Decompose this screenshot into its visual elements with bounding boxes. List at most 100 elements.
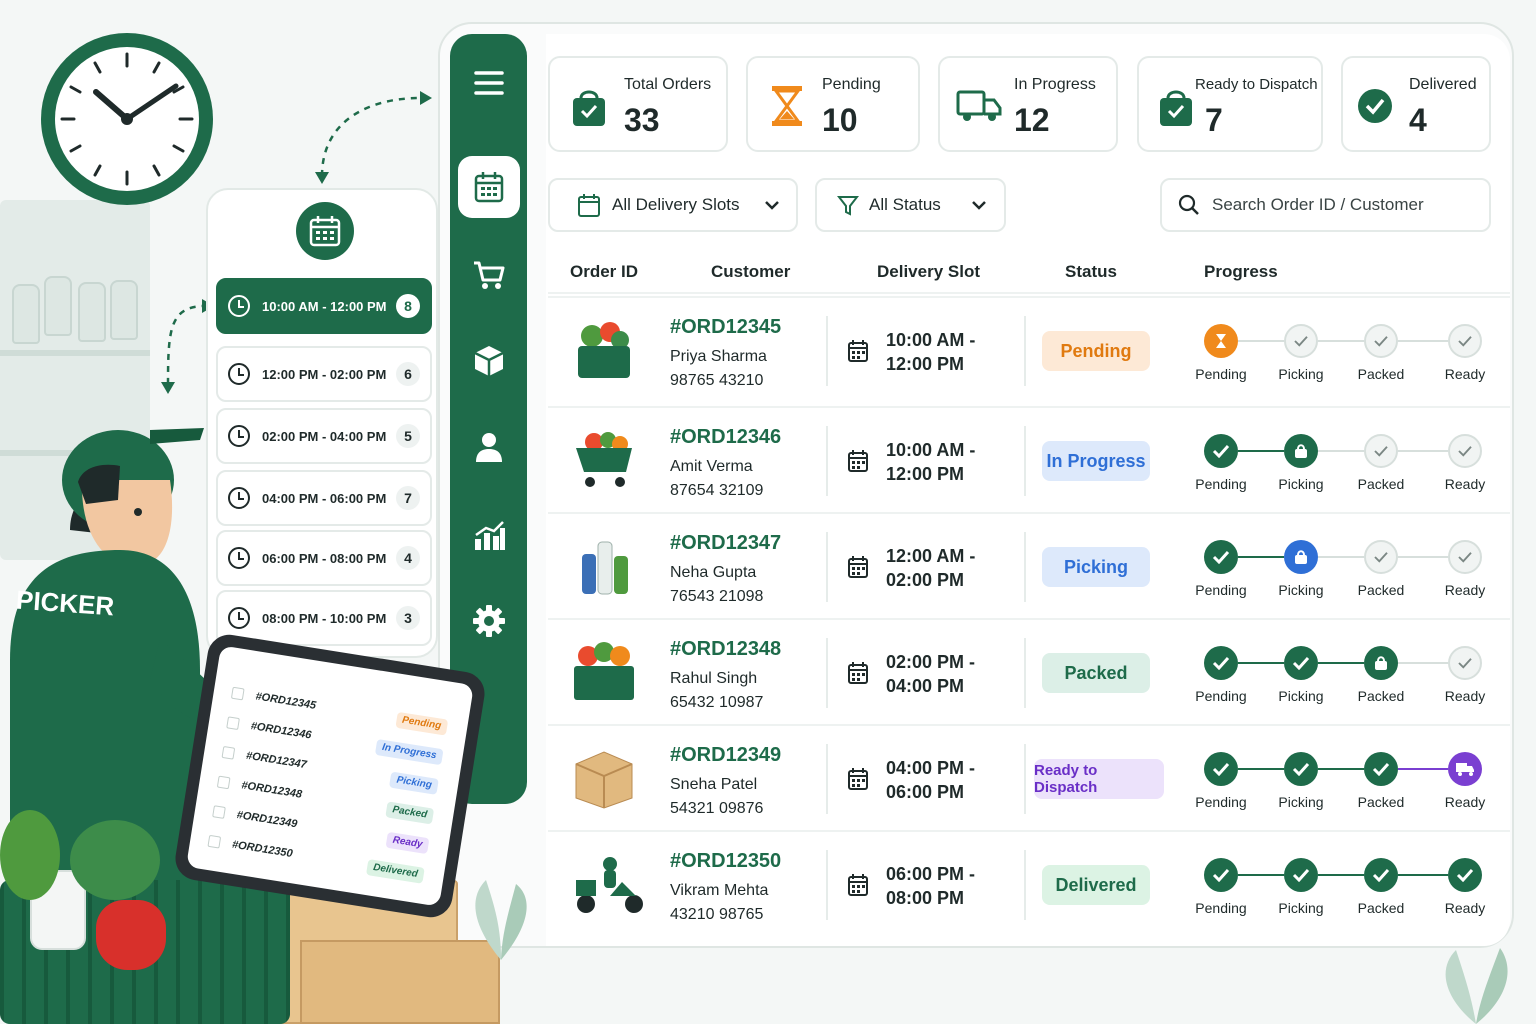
slot-count-badge: 5 bbox=[396, 424, 420, 448]
sidebar-item-packages[interactable] bbox=[458, 330, 520, 392]
delivery-slot-filter[interactable]: All Delivery Slots bbox=[548, 178, 798, 232]
check-icon bbox=[1456, 868, 1474, 882]
bar-chart-icon bbox=[475, 521, 505, 550]
stat-label: In Progress bbox=[1014, 76, 1096, 93]
progress-step-3 bbox=[1448, 324, 1482, 358]
progress-connector bbox=[1238, 662, 1284, 664]
slot-count-badge: 8 bbox=[396, 294, 420, 318]
plant-icon bbox=[475, 880, 527, 960]
order-id[interactable]: #ORD12347 bbox=[670, 532, 781, 555]
shopping-cart-icon bbox=[570, 428, 638, 492]
progress-step-label: Picking bbox=[1278, 900, 1324, 916]
column-header-progress: Progress bbox=[1204, 262, 1278, 281]
bag-icon bbox=[1294, 443, 1308, 459]
progress-connector bbox=[1318, 450, 1364, 452]
stat-card-delivered[interactable]: Delivered 4 bbox=[1341, 56, 1491, 152]
leafy-greens-icon bbox=[0, 810, 60, 900]
progress-connector bbox=[1238, 340, 1284, 342]
progress-connector bbox=[1318, 874, 1364, 876]
column-divider bbox=[826, 426, 828, 496]
progress-step-1 bbox=[1284, 434, 1318, 468]
progress-step-label: Pending bbox=[1195, 582, 1247, 598]
order-id[interactable]: #ORD12348 bbox=[670, 638, 781, 661]
table-row[interactable]: #ORD12349 Sneha Patel 54321 09876 04:00 PM … bbox=[548, 724, 1510, 828]
stat-label: Delivered bbox=[1409, 76, 1477, 93]
table-row[interactable]: #ORD12350 Vikram Mehta 43210 98765 06:00 PM… bbox=[548, 830, 1510, 934]
progress-step-label: Packed bbox=[1357, 476, 1405, 492]
slot-item[interactable]: 02:00 PM - 04:00 PM 5 bbox=[216, 408, 432, 464]
sidebar-item-users[interactable] bbox=[458, 416, 520, 478]
delivery-slot-time: 10:00 AM - 12:00 PM bbox=[886, 330, 976, 374]
stat-card-total[interactable]: Total Orders 33 bbox=[548, 56, 728, 152]
stat-label: Ready to Dispatch bbox=[1195, 76, 1318, 93]
tablet-screen: #ORD12345 Pending #ORD12346 In Progress #ORD… bbox=[186, 645, 474, 907]
table-row[interactable]: #ORD12346 Amit Verma 87654 32109 10:00 AM -… bbox=[548, 406, 1510, 510]
item-icon bbox=[207, 834, 222, 849]
status-badge: Pending bbox=[1042, 331, 1150, 371]
stat-card-pending[interactable]: Pending 10 bbox=[746, 56, 920, 152]
progress-step-0 bbox=[1204, 752, 1238, 786]
stat-value: 10 bbox=[822, 102, 858, 138]
box-icon bbox=[474, 346, 504, 376]
table-row[interactable]: #ORD12345 Priya Sharma 98765 43210 10:00 AM… bbox=[548, 296, 1510, 400]
slot-item[interactable]: 10:00 AM - 12:00 PM 8 bbox=[216, 278, 432, 334]
menu-icon[interactable] bbox=[458, 52, 520, 114]
tablet-status-badge: Pending bbox=[394, 711, 449, 736]
column-divider bbox=[1024, 426, 1026, 496]
tablet-order-id: #ORD12348 bbox=[240, 779, 303, 801]
progress-step-2 bbox=[1364, 858, 1398, 892]
progress-step-1 bbox=[1284, 646, 1318, 680]
status-filter[interactable]: All Status bbox=[815, 178, 1006, 232]
check-icon bbox=[1292, 762, 1310, 776]
progress-step-0 bbox=[1204, 324, 1238, 358]
progress-connector bbox=[1238, 450, 1284, 452]
sidebar-item-analytics[interactable] bbox=[458, 504, 520, 566]
progress-step-label: Pending bbox=[1195, 366, 1247, 382]
progress-step-label: Ready bbox=[1444, 900, 1486, 916]
order-id[interactable]: #ORD12346 bbox=[670, 426, 781, 449]
check-icon bbox=[1212, 656, 1230, 670]
tablet-status-badge: Picking bbox=[389, 771, 439, 795]
progress-step-0 bbox=[1204, 646, 1238, 680]
progress-connector bbox=[1238, 874, 1284, 876]
progress-step-label: Picking bbox=[1278, 366, 1324, 382]
pending-step-icon bbox=[1457, 335, 1473, 347]
slot-item[interactable]: 04:00 PM - 06:00 PM 7 bbox=[216, 470, 432, 526]
calendar-icon bbox=[848, 874, 868, 896]
order-id[interactable]: #ORD12345 bbox=[670, 316, 781, 339]
customer-phone: 98765 43210 bbox=[670, 372, 764, 389]
slot-count-badge: 7 bbox=[396, 486, 420, 510]
progress-step-label: Packed bbox=[1357, 582, 1405, 598]
vegetable-basket-icon bbox=[570, 318, 638, 382]
tablet-order-id: #ORD12345 bbox=[254, 690, 317, 712]
table-row[interactable]: #ORD12347 Neha Gupta 76543 21098 12:00 AM -… bbox=[548, 512, 1510, 616]
status-badge: Ready to Dispatch bbox=[1034, 759, 1164, 799]
calendar-icon bbox=[848, 450, 868, 472]
stat-card-in-progress[interactable]: In Progress 12 bbox=[938, 56, 1118, 152]
progress-connector bbox=[1238, 556, 1284, 558]
sidebar-item-schedule[interactable] bbox=[458, 156, 520, 218]
progress-step-label: Pending bbox=[1195, 794, 1247, 810]
table-row[interactable]: #ORD12348 Rahul Singh 65432 10987 02:00 PM … bbox=[548, 618, 1510, 722]
slot-item[interactable]: 06:00 PM - 08:00 PM 4 bbox=[216, 530, 432, 586]
hourglass-icon bbox=[1214, 332, 1228, 350]
progress-step-label: Ready bbox=[1444, 582, 1486, 598]
stat-value: 4 bbox=[1409, 102, 1427, 138]
sidebar-item-cart[interactable] bbox=[458, 244, 520, 306]
slot-item[interactable]: 12:00 PM - 02:00 PM 6 bbox=[216, 346, 432, 402]
search-input[interactable]: Search Order ID / Customer bbox=[1160, 178, 1491, 232]
order-id[interactable]: #ORD12350 bbox=[670, 850, 781, 873]
item-icon bbox=[226, 716, 240, 731]
check-icon bbox=[1372, 762, 1390, 776]
progress-step-1 bbox=[1284, 752, 1318, 786]
progress-connector bbox=[1398, 874, 1448, 876]
progress-step-label: Pending bbox=[1195, 688, 1247, 704]
stat-card-ready[interactable]: Ready to Dispatch 7 bbox=[1137, 56, 1323, 152]
progress-connector bbox=[1238, 768, 1284, 770]
sidebar-item-settings[interactable] bbox=[458, 590, 520, 652]
table-header bbox=[548, 250, 1510, 294]
order-id[interactable]: #ORD12349 bbox=[670, 744, 781, 767]
progress-step-1 bbox=[1284, 858, 1318, 892]
pending-step-icon bbox=[1457, 657, 1473, 669]
item-icon bbox=[216, 775, 231, 790]
